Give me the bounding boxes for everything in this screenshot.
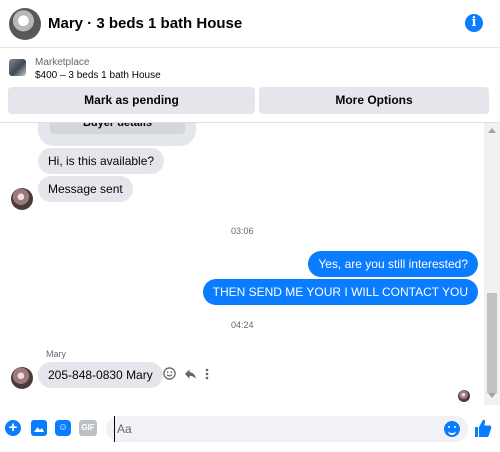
- incoming-message[interactable]: Hi, is this available?: [38, 148, 165, 174]
- outgoing-message[interactable]: Yes, are you still interested?: [308, 251, 478, 277]
- gif-icon[interactable]: GIF: [79, 420, 97, 436]
- message-composer: + ☺ GIF: [0, 405, 500, 452]
- avatar[interactable]: [11, 367, 33, 389]
- mark-as-pending-button[interactable]: Mark as pending: [8, 87, 255, 114]
- incoming-message[interactable]: 205-848-0830 Mary: [38, 362, 163, 388]
- chat-title[interactable]: Mary · 3 beds 1 bath House: [48, 15, 242, 32]
- info-icon[interactable]: i: [465, 14, 483, 32]
- outgoing-message[interactable]: THEN SEND ME YOUR I WILL CONTACT YOU: [202, 279, 478, 305]
- chat-header: Mary · 3 beds 1 bath House i: [0, 0, 500, 48]
- scrollbar[interactable]: [484, 123, 500, 405]
- plus-icon[interactable]: +: [5, 420, 21, 436]
- incoming-message[interactable]: Message sent: [38, 176, 133, 202]
- marketplace-label: Marketplace: [35, 57, 90, 68]
- like-icon[interactable]: [474, 418, 492, 438]
- scrollbar-thumb[interactable]: [487, 293, 497, 393]
- message-actions: [163, 367, 209, 383]
- message-input-container: [106, 416, 468, 442]
- avatar[interactable]: [9, 8, 41, 40]
- scroll-down-arrow-icon[interactable]: [488, 393, 496, 398]
- photo-icon[interactable]: [31, 420, 47, 436]
- message-input[interactable]: [114, 416, 434, 442]
- sticker-icon[interactable]: ☺: [55, 420, 71, 436]
- listing-thumbnail[interactable]: [9, 59, 26, 76]
- react-icon[interactable]: [163, 367, 176, 383]
- timestamp: 03:06: [231, 226, 254, 236]
- buyer-details-button[interactable]: Buyer details: [50, 123, 185, 134]
- listing-description[interactable]: $400 – 3 beds 1 bath House: [35, 70, 161, 81]
- marketplace-panel: Marketplace $400 – 3 beds 1 bath House M…: [0, 49, 500, 123]
- message-thread[interactable]: Buyer details Hi, is this available? Mes…: [0, 123, 484, 405]
- timestamp: 04:24: [231, 320, 254, 330]
- reply-icon[interactable]: [184, 368, 197, 383]
- avatar[interactable]: [11, 188, 33, 210]
- more-options-button[interactable]: More Options: [259, 87, 489, 114]
- sender-name: Mary: [46, 349, 66, 359]
- seen-indicator-avatar: [458, 390, 470, 402]
- scroll-up-arrow-icon[interactable]: [488, 128, 496, 133]
- more-actions-icon[interactable]: [205, 368, 209, 383]
- emoji-icon[interactable]: [444, 421, 460, 437]
